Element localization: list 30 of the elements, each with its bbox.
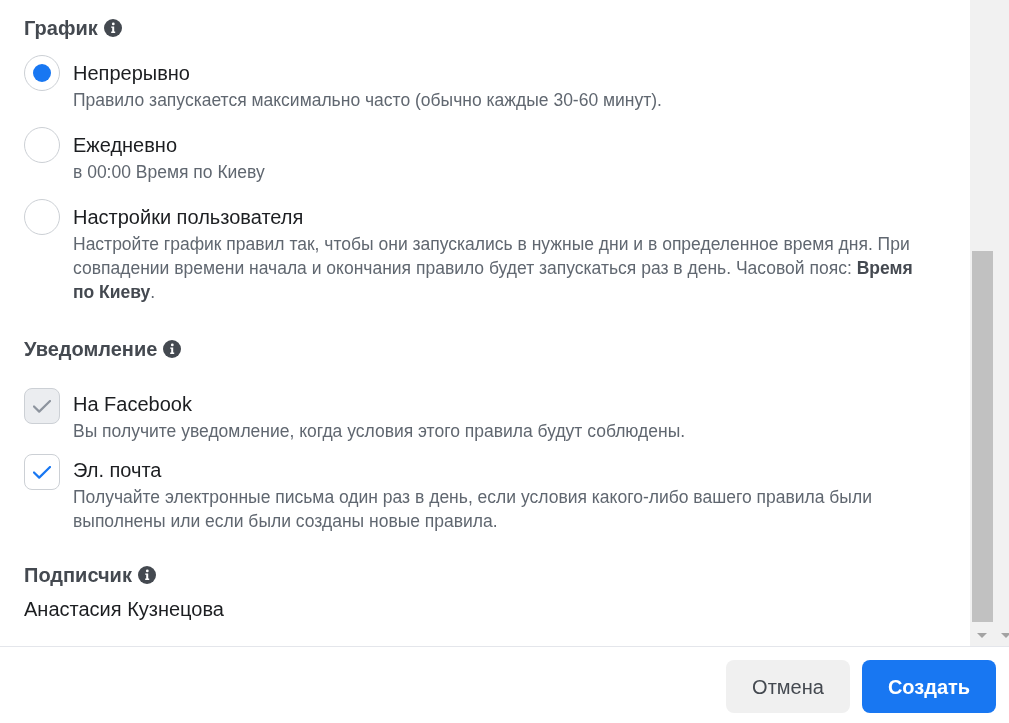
info-icon[interactable] [137,566,156,584]
option-description: Правило запускается максимально часто (обычно каждые 30-60 минут). [73,89,663,112]
section-heading: Подписчик [24,563,132,587]
subscriber-name: Анастасия Кузнецова [24,597,225,621]
option-label: На Facebook [73,392,193,417]
section-heading: Уведомление [24,337,158,361]
option-description: Вы получите уведомление, когда условия этого правила будут соблюдены. [73,420,687,443]
option-label: Эл. почта [73,458,163,483]
scrollbar[interactable] [970,0,1009,646]
checkmark-icon [33,399,51,413]
radio-button[interactable] [24,199,60,235]
info-icon[interactable] [103,19,122,37]
scroll-down-icon[interactable] [977,633,987,638]
option-label: Непрерывно [73,61,191,86]
info-icon[interactable] [163,340,182,358]
radio-button[interactable] [24,127,60,163]
checkbox[interactable] [24,454,60,490]
option-label: Ежедневно [73,133,179,158]
radio-button[interactable] [24,55,60,91]
checkmark-icon [33,465,51,479]
scroll-down-icon[interactable] [1001,633,1009,638]
section-heading: График [24,16,98,40]
scrollbar-thumb[interactable] [972,251,993,622]
radio-dot-icon [33,64,51,82]
option-description: Настройте график правил так, чтобы они запускались в нужные дни и в определенное время дня. При совпадении времени начала и окончания правило будет запускаться раз в день. Часовой пояс: Время по Киеву. [73,233,914,304]
option-label: Настройки пользователя [73,205,305,230]
option-description: Получайте электронные письма один раз в день, если условия какого-либо вашего правила были выполнены или если были созданы новые правила. [73,486,873,533]
cancel-button[interactable]: Отмена [726,660,850,713]
create-button[interactable]: Создать [862,660,996,713]
option-description: в 00:00 Время по Киеву [73,161,266,184]
